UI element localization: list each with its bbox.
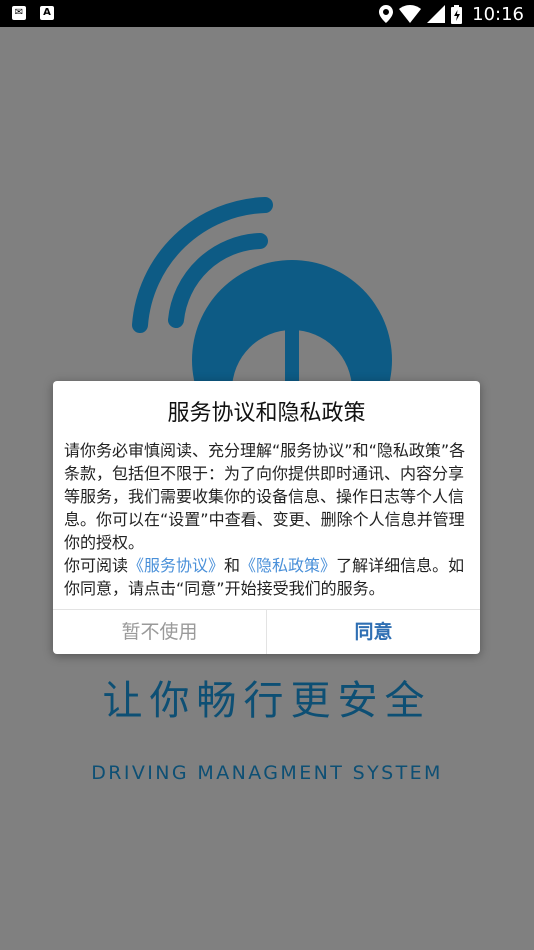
dialog-body-read-prefix: 你可阅读 — [64, 556, 129, 575]
dialog-body: 请你务必审慎阅读、充分理解“服务协议”和“隐私政策”各条款，包括但不限于：为了向… — [64, 439, 469, 600]
decline-button[interactable]: 暂不使用 — [53, 610, 266, 654]
dialog-title: 服务协议和隐私政策 — [167, 401, 366, 426]
dialog-body-paragraph1: 请你务必审慎阅读、充分理解“服务协议”和“隐私政策”各条款，包括但不限于：为了向… — [64, 441, 466, 552]
wifi-speedometer-logo — [132, 197, 392, 395]
privacy-policy-link[interactable]: 《隐私政策》 — [240, 556, 336, 575]
location-icon — [379, 5, 394, 23]
splash-subtitle: DRIVING MANAGMENT SYSTEM — [91, 762, 443, 784]
status-indicators: 10:16 — [379, 3, 524, 25]
mail-notification-icon: ✉ — [12, 6, 26, 20]
service-agreement-link[interactable]: 《服务协议》 — [128, 556, 224, 575]
battery-icon — [451, 4, 463, 24]
dialog-body-and: 和 — [224, 556, 241, 575]
wifi-icon — [399, 5, 422, 23]
text-notification-icon: A — [40, 6, 54, 20]
privacy-policy-dialog: 服务协议和隐私政策 请你务必审慎阅读、充分理解“服务协议”和“隐私政策”各条款，… — [53, 381, 480, 654]
status-bar: ✉ A 10:16 — [0, 0, 534, 27]
status-time: 10:16 — [472, 3, 524, 25]
cell-signal-icon — [427, 5, 446, 23]
splash-slogan: 让你畅行更安全 — [102, 678, 432, 724]
agree-button[interactable]: 同意 — [267, 610, 480, 654]
status-notifications: ✉ A — [12, 6, 54, 20]
